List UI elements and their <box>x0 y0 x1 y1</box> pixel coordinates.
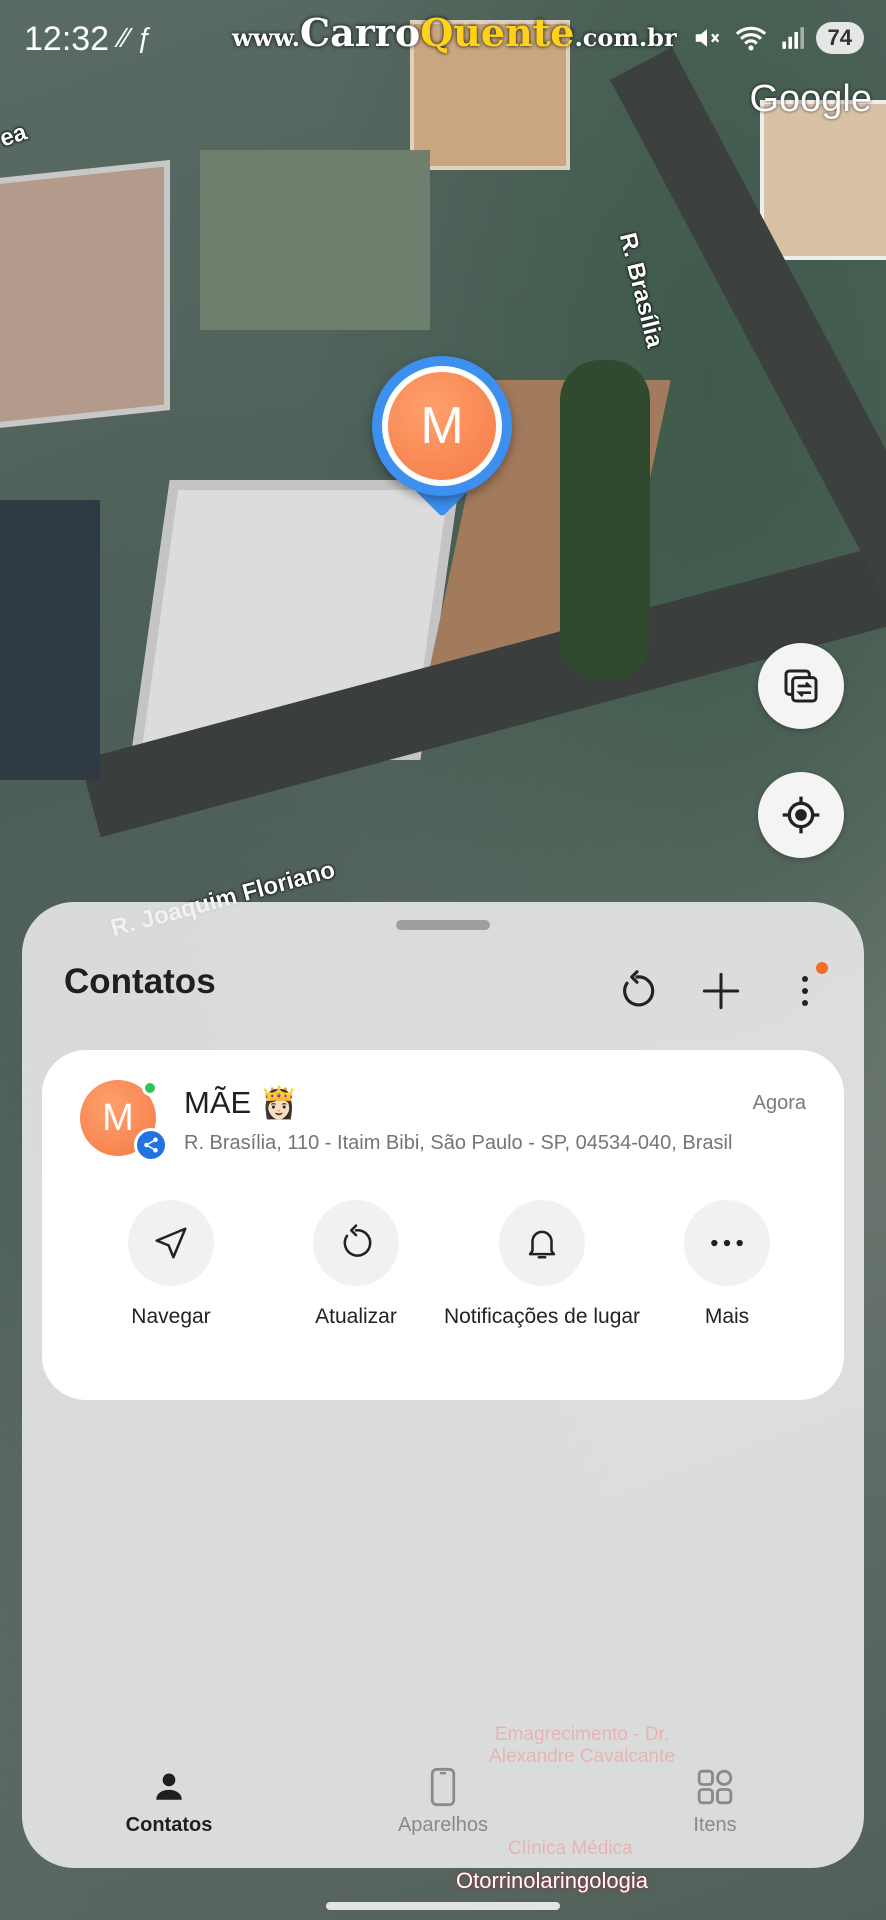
watermark: www.CarroQuente.com.br <box>232 10 677 55</box>
map-building <box>0 500 100 780</box>
update-label: Atualizar <box>315 1305 397 1328</box>
contact-card[interactable]: M MÃE 👸🏻 Agora R. Brasília, 110 - Itaim … <box>42 1050 844 1400</box>
watermark-suffix: .com.br <box>574 23 677 52</box>
plus-icon <box>702 972 740 1010</box>
contact-actions: Navegar Atualizar Notificações de lugar … <box>42 1200 844 1380</box>
navigate-label: Navegar <box>131 1305 211 1328</box>
google-logo: Google <box>749 78 872 120</box>
sheet-title: Contatos <box>64 962 216 1001</box>
more-button-circle[interactable] <box>684 1200 770 1286</box>
map-building <box>200 150 430 330</box>
layers-icon <box>784 669 818 703</box>
watermark-prefix: www. <box>232 23 300 52</box>
place-notifications-button-circle[interactable] <box>499 1200 585 1286</box>
status-bar: 12:32 ⁄⁄ ƒ www.CarroQuente.com.br 74 <box>0 0 886 80</box>
my-location-button[interactable] <box>758 772 844 858</box>
home-gesture-bar[interactable] <box>326 1902 560 1910</box>
refresh-icon <box>343 1224 372 1257</box>
more-button[interactable]: Mais <box>637 1200 817 1331</box>
watermark-carro: Carro <box>299 10 421 55</box>
kebab-menu-icon <box>802 976 808 1006</box>
poi-label: Emagrecimento - Dr. Alexandre Cavalcante <box>489 1724 675 1767</box>
pin-avatar: M <box>388 372 496 480</box>
grid-icon <box>635 1764 795 1810</box>
more-options-button[interactable] <box>774 960 836 1022</box>
contact-address: R. Brasília, 110 - Itaim Bibi, São Paulo… <box>184 1132 733 1154</box>
sheet-drag-handle[interactable] <box>396 920 490 930</box>
place-notifications-button[interactable]: Notificações de lugar <box>442 1200 642 1331</box>
map-building <box>760 100 886 260</box>
tab-contacts[interactable]: Contatos <box>89 1764 249 1837</box>
place-notifications-label: Notificações de lugar <box>443 1305 641 1328</box>
battery-indicator: 74 <box>815 22 864 54</box>
tab-contacts-label: Contatos <box>125 1814 213 1836</box>
tab-devices-label: Aparelhos <box>397 1814 489 1836</box>
crosshair-icon <box>782 796 820 834</box>
mute-icon <box>695 29 719 47</box>
tab-devices[interactable]: Aparelhos <box>363 1764 523 1837</box>
clock: 12:32 <box>24 20 110 58</box>
update-button[interactable]: Atualizar <box>266 1200 446 1331</box>
tab-items-label: Itens <box>693 1814 737 1836</box>
navigate-button[interactable]: Navegar <box>81 1200 261 1331</box>
signal-icon <box>781 27 804 49</box>
poi-label: Otorrinolaringologia <box>456 1868 648 1893</box>
refresh-button[interactable] <box>606 960 668 1022</box>
system-icons: 74 <box>692 22 864 54</box>
add-contact-button[interactable] <box>690 960 752 1022</box>
notification-icons: ⁄⁄ ƒ <box>120 22 153 53</box>
contact-name: MÃE 👸🏻 <box>184 1085 299 1120</box>
navigation-arrow-icon <box>155 1227 187 1259</box>
bell-icon <box>528 1230 556 1259</box>
sheet-toolbar <box>606 960 836 1022</box>
more-horizontal-icon <box>711 1239 743 1247</box>
update-button-circle[interactable] <box>313 1200 399 1286</box>
online-status-dot <box>142 1080 158 1096</box>
map-layers-button[interactable] <box>758 643 844 729</box>
person-icon <box>89 1764 249 1810</box>
notification-dot <box>816 962 828 974</box>
last-updated: Agora <box>752 1092 806 1114</box>
tab-items[interactable]: Itens <box>635 1764 795 1837</box>
phone-icon <box>363 1764 523 1810</box>
contact-location-pin[interactable]: M <box>372 356 512 518</box>
share-badge <box>134 1128 168 1162</box>
more-label: Mais <box>704 1305 750 1328</box>
contacts-bottom-sheet: Contatos M MÃE 👸🏻 Agora R. Brasília, 110… <box>22 902 864 1868</box>
share-icon <box>144 1137 158 1153</box>
navigate-button-circle[interactable] <box>128 1200 214 1286</box>
street-label: ea <box>0 118 31 153</box>
watermark-quente: Quente <box>420 10 575 55</box>
map-trees <box>560 360 650 680</box>
wifi-icon <box>735 26 766 51</box>
map-building <box>0 160 170 430</box>
refresh-icon <box>623 970 655 1007</box>
bottom-tab-bar: Contatos Aparelhos Itens <box>22 1764 864 1864</box>
street-label: R. Brasília <box>613 230 669 351</box>
